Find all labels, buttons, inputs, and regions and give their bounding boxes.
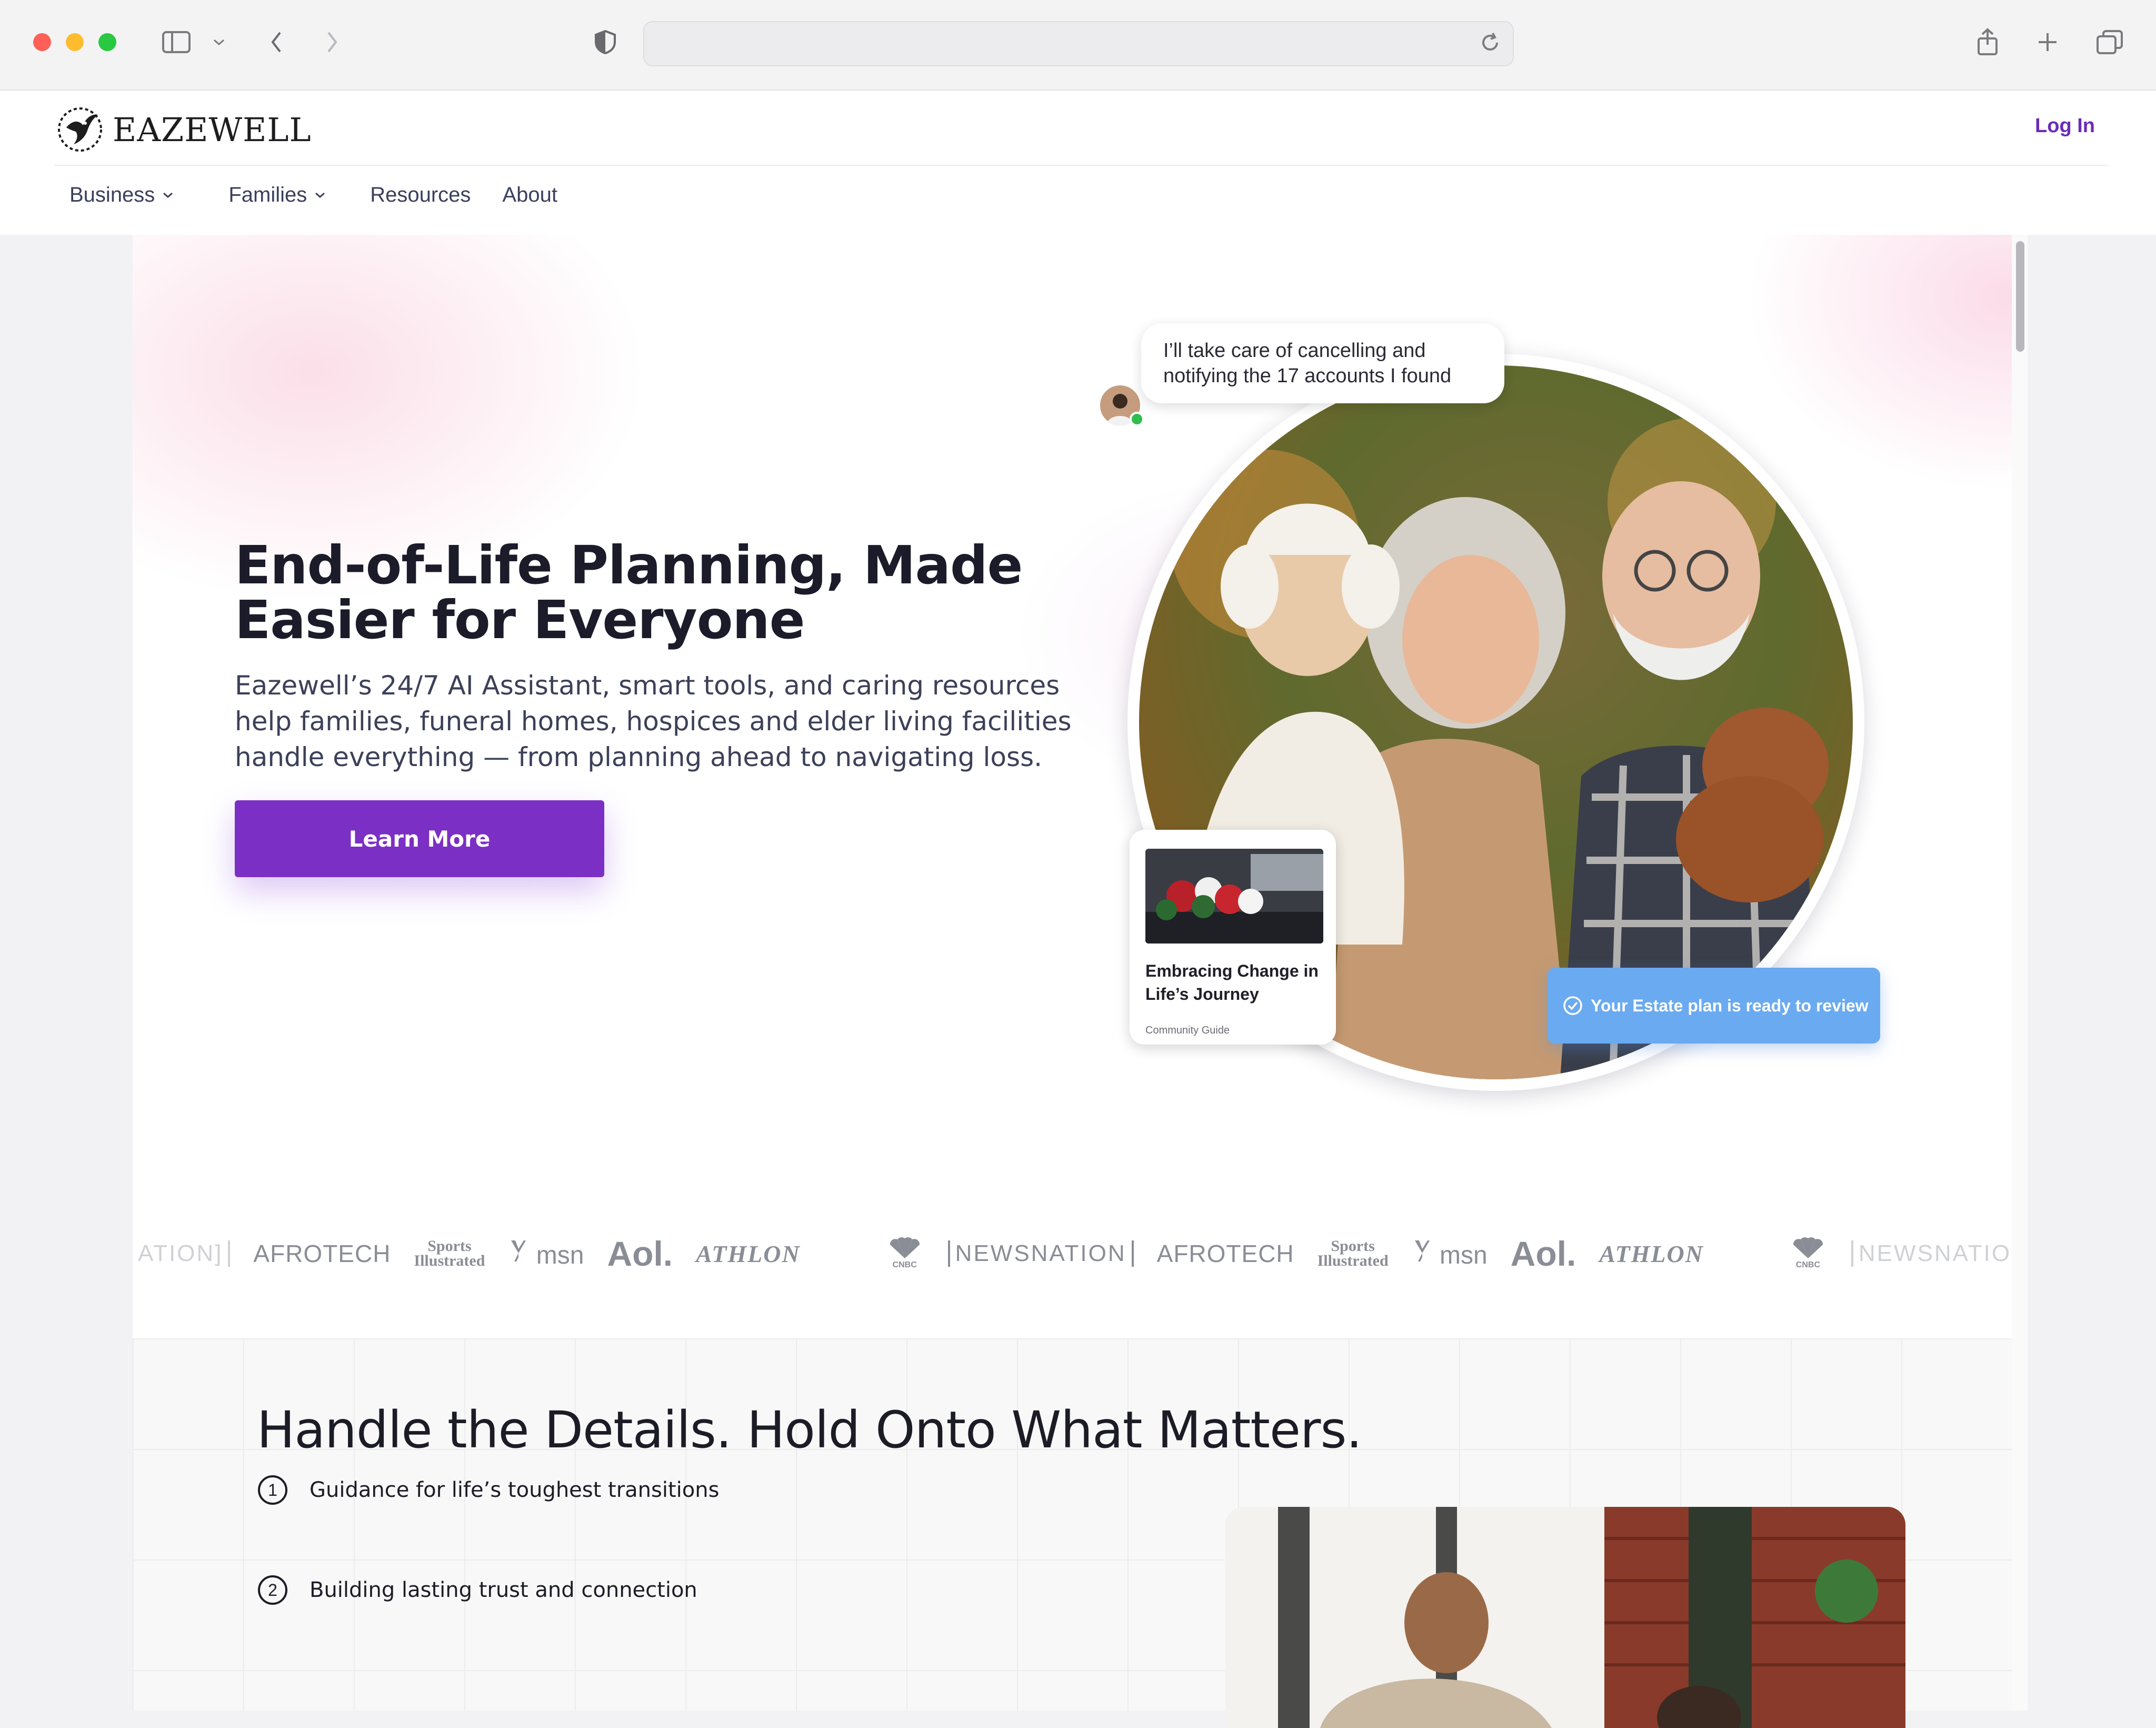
- share-icon[interactable]: [1972, 26, 2003, 58]
- nav-item-resources[interactable]: Resources: [370, 183, 471, 207]
- main-nav: Business Families Resources About: [69, 183, 589, 207]
- assistant-chat-bubble: I’ll take care of cancelling and notifyi…: [1141, 323, 1504, 403]
- header-divider: [55, 165, 2108, 166]
- aol-logo: Aol.: [607, 1234, 673, 1273]
- brand-name: EAZEWELL: [113, 110, 312, 149]
- guide-thumbnail: [1145, 849, 1323, 944]
- minimize-window-button[interactable]: [66, 33, 84, 51]
- log-in-link[interactable]: Log In: [2035, 115, 2095, 137]
- details-section: Handle the Details. Hold Onto What Matte…: [133, 1338, 2028, 1728]
- hero-subtitle: Eazewell’s 24/7 AI Assistant, smart tool…: [235, 670, 1072, 772]
- section-photo: [1225, 1507, 1905, 1728]
- reload-icon[interactable]: [1479, 32, 1501, 56]
- si-line-2: Illustrated: [1317, 1252, 1389, 1269]
- community-guide-card[interactable]: Community Guide Embracing Change in Life…: [1130, 830, 1336, 1045]
- nav-item-label: Families: [228, 183, 307, 206]
- nav-item-about[interactable]: About: [502, 183, 557, 207]
- feature-label: Building lasting trust and connection: [310, 1578, 697, 1602]
- newsnation-logo: ATION]: [133, 1240, 231, 1267]
- shield-icon[interactable]: [590, 26, 621, 58]
- page-content: End-of-Life Planning, Made Easier for Ev…: [133, 235, 2028, 1728]
- feature-label: Guidance for life’s toughest transitions: [310, 1478, 720, 1502]
- athlon-logo: ATHLON: [1599, 1240, 1704, 1267]
- chat-message: I’ll take care of cancelling and notifyi…: [1163, 340, 1452, 387]
- close-window-button[interactable]: [33, 33, 51, 51]
- msn-butterfly-icon: [1414, 1240, 1430, 1262]
- msn-butterfly-icon: [511, 1240, 526, 1262]
- site-header: EAZEWELL Log In Business Families Resour…: [0, 91, 2156, 235]
- feature-item[interactable]: 2 Building lasting trust and connection: [258, 1575, 697, 1605]
- nav-item-business[interactable]: Business: [69, 183, 174, 207]
- sidebar-icon[interactable]: [158, 26, 195, 58]
- hero-title: End-of-Life Planning, Made Easier for Ev…: [235, 534, 1023, 651]
- peacock-icon: [890, 1237, 920, 1258]
- nav-item-label: Resources: [370, 183, 471, 206]
- chevron-down-icon: [163, 192, 173, 198]
- aol-logo: Aol.: [1510, 1234, 1576, 1273]
- cnbc-wordmark: CNBC: [892, 1260, 917, 1269]
- athlon-logo: ATHLON: [696, 1240, 801, 1267]
- section-title: Handle the Details. Hold Onto What Matte…: [257, 1401, 1362, 1459]
- plus-icon[interactable]: [2032, 26, 2063, 58]
- afrotech-logo: AFROTECH: [253, 1240, 391, 1267]
- page-scrollbar[interactable]: [2012, 235, 2028, 1711]
- nav-item-label: About: [502, 183, 557, 206]
- feature-number: 2: [258, 1575, 287, 1605]
- address-bar[interactable]: [643, 21, 1514, 66]
- browser-toolbar: [0, 0, 2156, 91]
- cnbc-logo: CNBC: [1788, 1237, 1828, 1270]
- feature-number: 1: [258, 1475, 287, 1505]
- msn-wordmark: msn: [536, 1242, 584, 1269]
- si-line-2: Illustrated: [414, 1252, 485, 1269]
- chevron-down-icon[interactable]: [208, 26, 229, 58]
- estate-notice-text: Your Estate plan is ready to review: [1591, 996, 1869, 1015]
- peacock-icon: [1793, 1237, 1823, 1258]
- newsnation-logo: NEWSNATION: [947, 1240, 1134, 1267]
- msn-logo: msn: [508, 1237, 584, 1270]
- newsnation-logo: NEWSNATION: [1851, 1240, 2012, 1267]
- learn-more-button[interactable]: Learn More: [235, 800, 604, 877]
- sports-illustrated-logo: Sports Illustrated: [414, 1238, 485, 1269]
- msn-logo: msn: [1412, 1237, 1488, 1270]
- zoom-window-button[interactable]: [98, 33, 116, 51]
- brand-logo[interactable]: EAZEWELL: [55, 104, 312, 155]
- msn-wordmark: msn: [1439, 1242, 1488, 1269]
- cnbc-logo: CNBC: [885, 1237, 925, 1270]
- scrollbar-thumb[interactable]: [2016, 241, 2024, 352]
- check-circle-icon: [1563, 996, 1582, 1015]
- afrotech-logo: AFROTECH: [1156, 1240, 1294, 1267]
- hero-section: End-of-Life Planning, Made Easier for Ev…: [133, 235, 2012, 1172]
- online-status-indicator: [1130, 412, 1144, 426]
- cnbc-wordmark: CNBC: [1795, 1260, 1820, 1269]
- sports-illustrated-logo: Sports Illustrated: [1317, 1238, 1389, 1269]
- dove-logo-icon: [58, 107, 102, 152]
- forward-icon[interactable]: [319, 26, 345, 58]
- nav-item-families[interactable]: Families: [228, 183, 326, 207]
- guide-kicker: Community Guide: [1145, 1025, 1230, 1036]
- chevron-down-icon: [315, 192, 325, 198]
- back-icon[interactable]: [263, 26, 290, 58]
- tabs-icon[interactable]: [2093, 26, 2127, 58]
- feature-item[interactable]: 1 Guidance for life’s toughest transitio…: [258, 1475, 719, 1505]
- guide-title: Embracing Change in Life’s Journey: [1145, 961, 1319, 1004]
- nav-item-label: Business: [69, 183, 155, 206]
- press-logos-strip: ATION] AFROTECH Sports Illustrated msn A…: [133, 1219, 2012, 1288]
- estate-plan-notification[interactable]: Your Estate plan is ready to review: [1548, 968, 1880, 1044]
